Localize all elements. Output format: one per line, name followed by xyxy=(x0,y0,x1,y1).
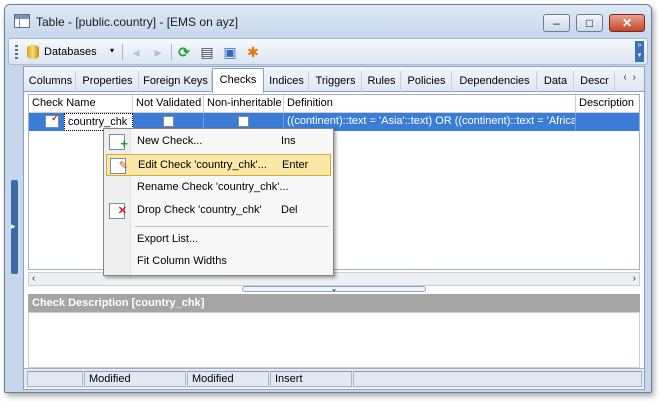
menu-item-label: Fit Column Widths xyxy=(137,255,227,267)
expand-arrow-icon[interactable]: ▸ xyxy=(11,221,16,232)
non-inheritable-checkbox[interactable] xyxy=(238,116,249,127)
check-constraint-icon xyxy=(45,113,59,128)
title-bar[interactable]: Table - [public.country] - [EMS on ayz] … xyxy=(5,5,651,38)
menu-item-fit-column-widths[interactable]: Fit Column Widths xyxy=(106,251,331,273)
panel-splitter[interactable]: ⌄ xyxy=(242,285,426,293)
databases-button[interactable]: Databases xyxy=(44,46,97,58)
status-bar: Modified Modified Insert xyxy=(24,368,644,388)
toolbar-grip[interactable] xyxy=(15,45,18,59)
status-panel-modified-1: Modified xyxy=(84,371,186,387)
tab-checks[interactable]: Checks xyxy=(212,68,264,93)
tab-foreign-keys[interactable]: Foreign Keys xyxy=(140,71,212,92)
menu-item-shortcut: Del xyxy=(281,204,298,216)
menu-item-shortcut: Ins xyxy=(281,135,296,147)
edit-check-icon xyxy=(110,156,128,177)
menu-item-new-check[interactable]: New Check... Ins xyxy=(106,131,331,154)
menu-item-label: Rename Check 'country_chk'... xyxy=(137,181,289,193)
check-description-header: Check Description [country_chk] xyxy=(28,294,640,312)
tab-columns[interactable]: Columns xyxy=(26,71,76,92)
tab-description[interactable]: Descr xyxy=(575,71,615,92)
column-header-not-validated[interactable]: Not Validated xyxy=(133,95,204,113)
menu-item-rename-check[interactable]: Rename Check 'country_chk'... xyxy=(106,177,331,199)
status-panel-modified-2: Modified xyxy=(187,371,269,387)
menu-item-label: Export List... xyxy=(137,233,199,245)
not-validated-checkbox[interactable] xyxy=(162,116,174,127)
drop-check-icon xyxy=(109,201,127,222)
main-toolbar: Databases ▾ ◂ ▸ ⟳ ▤ ▣ ✱ » ▾ xyxy=(8,38,648,65)
scroll-right-icon[interactable]: › xyxy=(633,273,636,284)
tab-scroll-right-icon[interactable]: › xyxy=(633,72,642,83)
print-icon[interactable]: ▤ xyxy=(199,44,215,60)
properties-icon[interactable]: ▣ xyxy=(222,44,238,60)
table-editor-window: Table - [public.country] - [EMS on ayz] … xyxy=(4,4,652,393)
close-button[interactable]: ✕ xyxy=(609,14,645,32)
context-menu: New Check... Ins Edit Check 'country_chk… xyxy=(103,128,334,276)
tab-rules[interactable]: Rules xyxy=(363,71,401,92)
check-description-editor[interactable] xyxy=(28,312,640,368)
tab-dependencies[interactable]: Dependencies xyxy=(453,71,537,92)
left-dock-strip: ▸ xyxy=(9,66,21,390)
database-icon xyxy=(27,45,39,59)
new-check-icon xyxy=(109,133,128,154)
column-header-definition[interactable]: Definition xyxy=(284,95,576,113)
tab-properties[interactable]: Properties xyxy=(77,71,139,92)
tab-triggers[interactable]: Triggers xyxy=(310,71,362,92)
tab-data[interactable]: Data xyxy=(538,71,574,92)
menu-item-label: Edit Check 'country_chk'... xyxy=(138,159,267,171)
status-panel-position xyxy=(27,371,83,387)
back-icon[interactable]: ◂ xyxy=(128,44,144,60)
status-panel-empty xyxy=(353,371,642,387)
menu-item-edit-check[interactable]: Edit Check 'country_chk'... Enter xyxy=(106,154,331,177)
menu-item-label: Drop Check 'country_chk' xyxy=(137,204,262,216)
tab-indices[interactable]: Indices xyxy=(265,71,309,92)
tab-strip: Columns Properties Foreign Keys Checks I… xyxy=(24,67,644,93)
toolbar-separator xyxy=(171,44,172,60)
forward-icon[interactable]: ▸ xyxy=(150,44,166,60)
menu-separator xyxy=(135,226,329,227)
column-header-check-name[interactable]: Check Name xyxy=(29,95,133,113)
menu-item-shortcut: Enter xyxy=(282,159,309,171)
tab-scroll-arrows[interactable]: ‹› xyxy=(623,72,642,83)
toolbar-overflow-icon[interactable]: » ▾ xyxy=(635,41,644,62)
description-cell[interactable] xyxy=(576,113,639,131)
refresh-icon[interactable]: ⟳ xyxy=(176,44,192,60)
menu-item-export-list[interactable]: Export List... xyxy=(106,229,331,251)
menu-item-label: New Check... xyxy=(137,135,203,147)
settings-icon[interactable]: ✱ xyxy=(245,44,261,60)
column-header-non-inheritable[interactable]: Non-inheritable xyxy=(204,95,284,113)
window-title: Table - [public.country] - [EMS on ayz] xyxy=(36,15,239,29)
tab-scroll-left-icon[interactable]: ‹ xyxy=(623,72,632,83)
column-header-description[interactable]: Description xyxy=(576,95,639,113)
chevron-down-icon[interactable]: ▾ xyxy=(110,46,114,55)
table-app-icon xyxy=(14,14,30,28)
minimize-button[interactable]: – xyxy=(543,14,570,32)
menu-item-drop-check[interactable]: Drop Check 'country_chk' Del xyxy=(106,200,331,222)
status-panel-insert: Insert xyxy=(270,371,352,387)
maximize-button[interactable]: □ xyxy=(576,14,603,32)
scroll-left-icon[interactable]: ‹ xyxy=(32,273,35,284)
toolbar-separator xyxy=(122,44,123,60)
tab-policies[interactable]: Policies xyxy=(402,71,452,92)
